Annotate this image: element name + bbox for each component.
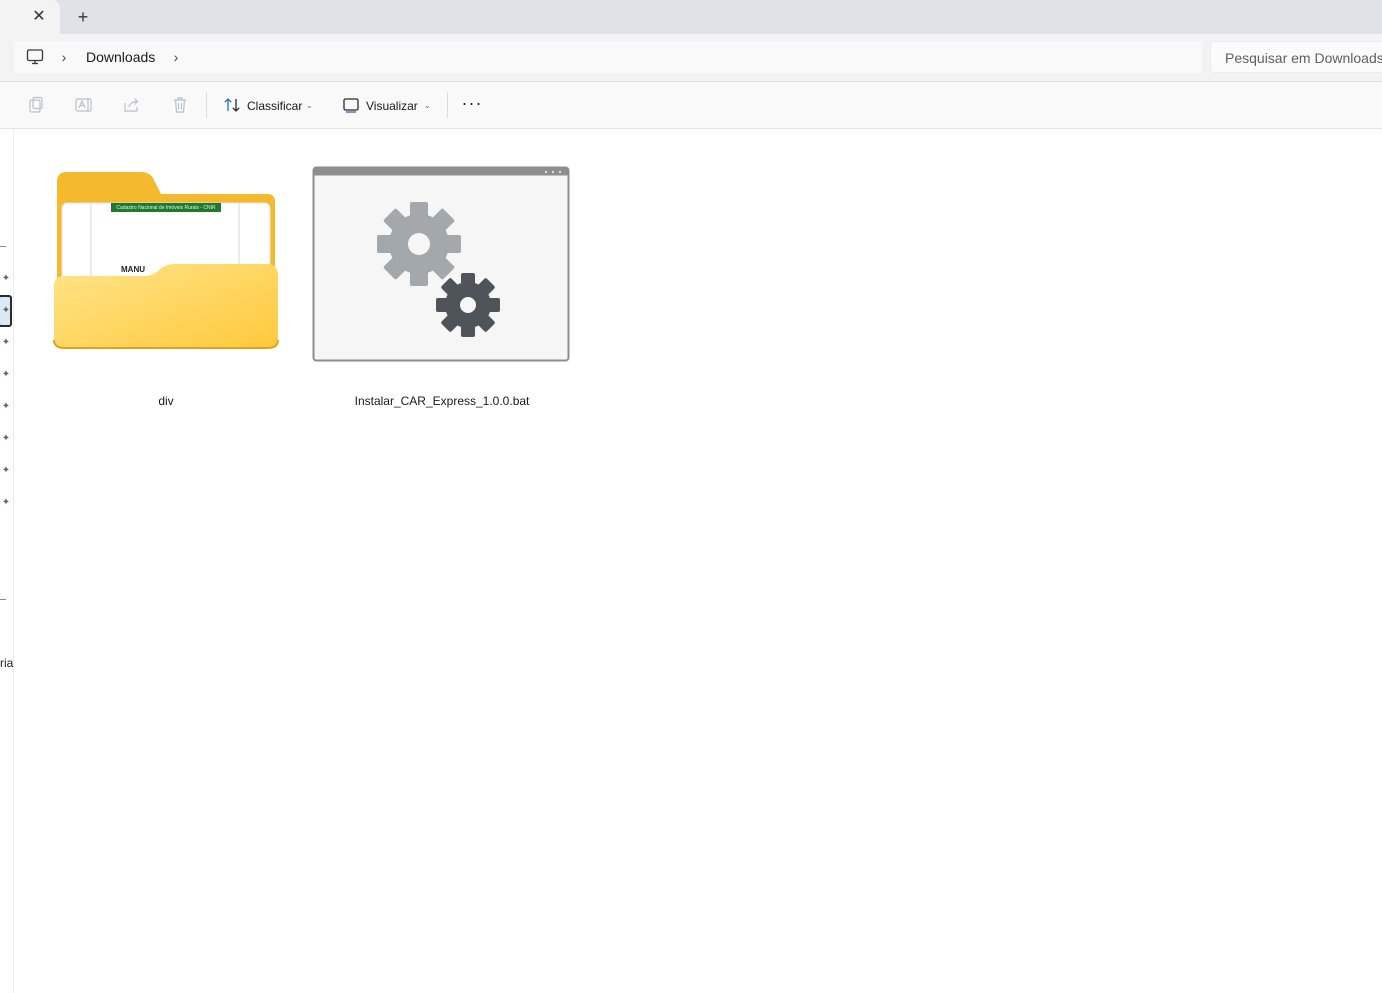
more-options-button[interactable]: ···	[460, 94, 484, 116]
navigation-pane: ✦ ✦ ✦ ✦ ✦ ✦ ✦ ✦ ria	[0, 129, 14, 993]
breadcrumb-downloads[interactable]: Downloads	[86, 48, 155, 66]
pin-icon[interactable]: ✦	[0, 305, 12, 317]
search-placeholder: Pesquisar em Downloads	[1225, 50, 1382, 66]
folder-preview-caption: Cadastro Nacional de Imóveis Rurais - CN…	[116, 205, 216, 211]
command-bar: Classificar ⌄ Visualizar ⌄ ···	[0, 82, 1382, 129]
file-name: div	[158, 394, 174, 408]
nav-item-label[interactable]: ria	[0, 656, 13, 670]
chevron-down-icon: ⌄	[424, 101, 431, 110]
close-tab-button[interactable]: ✕	[28, 6, 50, 28]
pin-icon[interactable]: ✦	[0, 433, 12, 445]
view-icon	[343, 98, 359, 113]
pin-icon[interactable]: ✦	[0, 401, 12, 413]
chevron-down-icon: ⌄	[306, 101, 313, 110]
divider	[0, 246, 6, 247]
batch-file-icon	[312, 166, 570, 362]
new-tab-button[interactable]: +	[71, 6, 95, 28]
folder-icon: Cadastro Nacional de Imóveis Rurais - CN…	[53, 172, 279, 349]
tab-downloads[interactable]: ✕	[0, 0, 60, 34]
folder-preview-heading: MANU	[121, 265, 145, 274]
address-row: › Downloads › Pesquisar em Downloads	[0, 34, 1382, 82]
copy-icon[interactable]	[26, 95, 46, 115]
divider	[0, 599, 6, 600]
divider	[206, 92, 207, 118]
pin-icon[interactable]: ✦	[0, 273, 12, 285]
computer-icon[interactable]	[26, 48, 44, 66]
file-item-folder[interactable]: Cadastro Nacional de Imóveis Rurais - CN…	[44, 160, 288, 416]
delete-icon[interactable]	[170, 95, 190, 115]
divider	[447, 92, 448, 118]
share-icon[interactable]	[122, 95, 142, 115]
rename-icon[interactable]	[74, 95, 94, 115]
pin-icon[interactable]: ✦	[0, 497, 12, 509]
file-item-bat[interactable]: Instalar_CAR_Express_1.0.0.bat	[306, 160, 578, 416]
chevron-right-icon[interactable]: ›	[170, 48, 182, 66]
pin-icon[interactable]: ✦	[0, 369, 12, 381]
address-bar[interactable]: › Downloads ›	[14, 41, 1202, 73]
file-name: Instalar_CAR_Express_1.0.0.bat	[354, 394, 530, 408]
search-input[interactable]: Pesquisar em Downloads	[1210, 41, 1382, 73]
sort-button[interactable]: Classificar ⌄	[218, 82, 318, 129]
chevron-right-icon[interactable]: ›	[58, 48, 70, 66]
tab-strip: ✕ +	[0, 0, 1382, 34]
view-label: Visualizar	[366, 99, 418, 113]
pin-icon[interactable]: ✦	[0, 337, 12, 349]
sort-label: Classificar	[247, 99, 303, 113]
pin-icon[interactable]: ✦	[0, 465, 12, 477]
sort-icon	[224, 98, 240, 112]
view-button[interactable]: Visualizar ⌄	[338, 82, 438, 129]
